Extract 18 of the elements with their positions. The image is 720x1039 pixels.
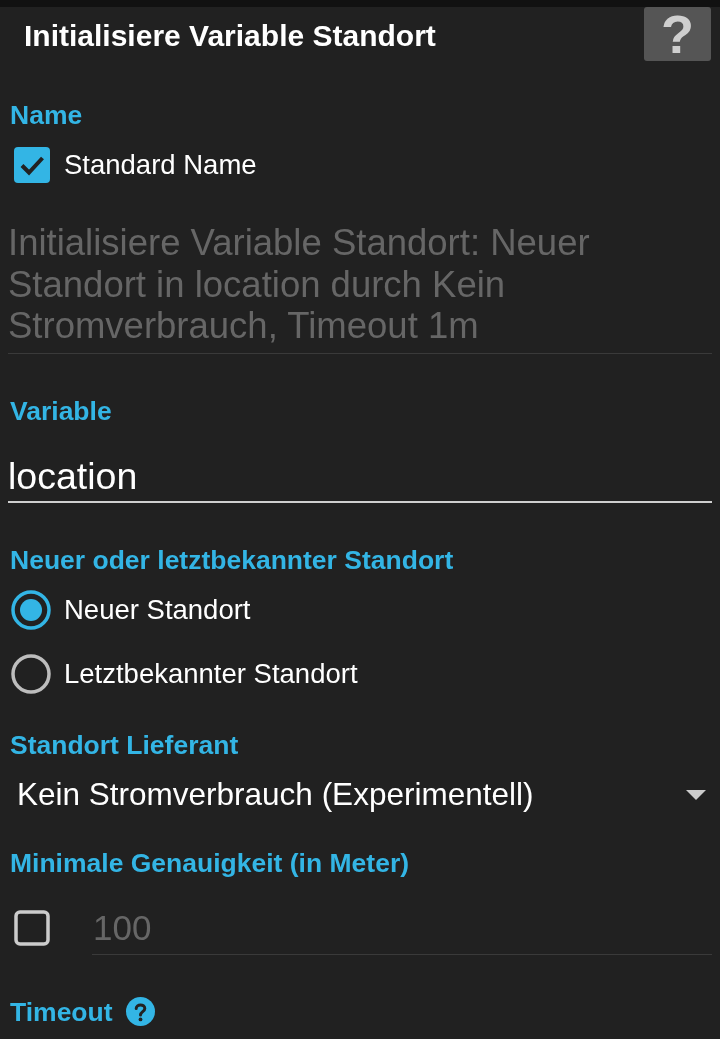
help-button[interactable]: ? xyxy=(644,7,711,61)
help-icon[interactable] xyxy=(125,997,155,1026)
checkbox[interactable] xyxy=(14,147,50,183)
radio-label: Letztbekannter Standort xyxy=(64,656,358,691)
section-label: Minimale Genauigkeit (in Meter) xyxy=(10,846,410,880)
section-label: Variable xyxy=(10,394,112,428)
checkbox-label: Standard Name xyxy=(64,148,257,182)
section-label: Timeout xyxy=(10,995,113,1029)
section-label: Standort Lieferant xyxy=(10,728,239,762)
text-field[interactable]: location xyxy=(8,455,712,503)
caret-icon xyxy=(686,789,706,800)
section-label: Name xyxy=(10,99,83,132)
dropdown[interactable]: Kein Stromverbrauch (Experimentell) xyxy=(8,769,712,820)
radio-button[interactable] xyxy=(11,653,51,694)
section-label: Neuer oder letztbekannter Standort xyxy=(10,543,454,577)
radio-button[interactable] xyxy=(11,589,51,630)
radio-label: Neuer Standort xyxy=(64,592,251,627)
window-title: Initialisiere Variable Standort xyxy=(24,17,436,54)
